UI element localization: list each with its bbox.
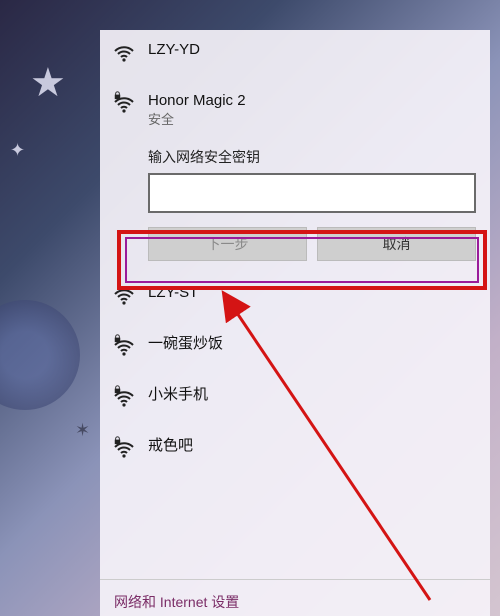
network-ssid: LZY-YD	[148, 40, 476, 60]
next-button-label: 下一步	[207, 234, 249, 254]
password-label: 输入网络安全密钥	[148, 147, 476, 167]
password-panel: 输入网络安全密钥 下一步 取消	[100, 147, 490, 273]
wallpaper-deco: ★ ✦ ✶	[0, 0, 100, 616]
network-item[interactable]: LZY-YD	[100, 30, 490, 81]
flyout-footer: 网络和 Internet 设置	[100, 579, 490, 616]
network-item-selected[interactable]: Honor Magic 2 安全	[100, 81, 490, 139]
network-status: 安全	[148, 111, 476, 129]
network-item[interactable]: 戒色吧	[100, 426, 490, 477]
network-item[interactable]: 一碗蛋炒饭	[100, 324, 490, 375]
cancel-button[interactable]: 取消	[317, 227, 476, 261]
lock-icon	[111, 434, 123, 446]
wifi-secured-icon	[112, 334, 148, 365]
network-flyout: LZY-YD Honor Magic 2 安全 输入网络安全密钥 下一步	[100, 30, 490, 616]
wifi-secured-icon	[112, 385, 148, 416]
cancel-button-label: 取消	[383, 234, 411, 254]
wifi-icon	[112, 40, 148, 71]
network-item[interactable]: LZY-ST	[100, 273, 490, 324]
lock-icon	[111, 89, 123, 101]
wifi-secured-icon	[112, 91, 148, 122]
network-ssid: 小米手机	[148, 385, 476, 405]
lock-icon	[111, 383, 123, 395]
network-list: LZY-YD Honor Magic 2 安全 输入网络安全密钥 下一步	[100, 30, 490, 579]
network-ssid: 一碗蛋炒饭	[148, 334, 476, 354]
network-ssid: 戒色吧	[148, 436, 476, 456]
network-ssid: Honor Magic 2	[148, 91, 476, 111]
wifi-icon	[112, 283, 148, 314]
network-settings-link[interactable]: 网络和 Internet 设置	[114, 594, 239, 610]
network-item[interactable]: 小米手机	[100, 375, 490, 426]
lock-icon	[111, 332, 123, 344]
password-input[interactable]	[148, 173, 476, 213]
wifi-secured-icon	[112, 436, 148, 467]
next-button[interactable]: 下一步	[148, 227, 307, 261]
network-ssid: LZY-ST	[148, 283, 476, 303]
